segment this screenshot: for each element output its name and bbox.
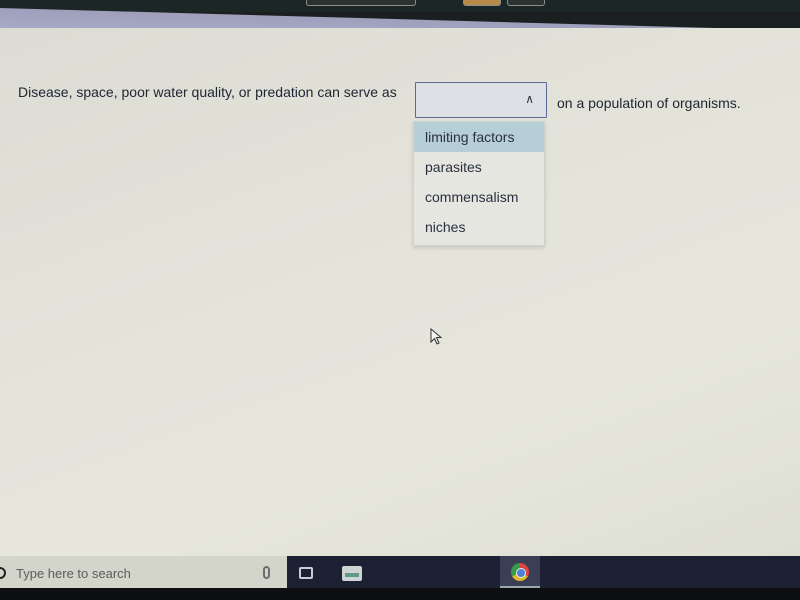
question-text-after: on a population of organisms. (557, 95, 741, 111)
answer-dropdown[interactable]: ∧ (415, 82, 547, 118)
dropdown-menu: limiting factors parasites commensalism … (413, 121, 545, 246)
mouse-cursor-icon (430, 328, 443, 345)
chevron-up-icon: ∧ (525, 92, 534, 106)
search-placeholder: Type here to search (16, 566, 131, 581)
dropdown-option-parasites[interactable]: parasites (414, 152, 544, 182)
top-screen-bezel (0, 0, 800, 12)
question-text-before: Disease, space, poor water quality, or p… (18, 84, 397, 100)
task-view-icon[interactable] (299, 567, 313, 579)
chrome-taskbar-button[interactable] (500, 556, 540, 588)
top-toolbar-button[interactable] (306, 0, 416, 6)
file-explorer-icon[interactable] (342, 566, 362, 581)
bottom-screen-bezel (0, 588, 800, 600)
windows-taskbar: Type here to search (0, 556, 800, 588)
dropdown-option-niches[interactable]: niches (414, 212, 544, 242)
search-circle-icon (0, 567, 6, 579)
dropdown-option-limiting-factors[interactable]: limiting factors (414, 122, 544, 152)
chrome-icon (511, 563, 529, 581)
top-toolbar-button[interactable] (463, 0, 501, 6)
dropdown-option-commensalism[interactable]: commensalism (414, 182, 544, 212)
top-toolbar-button[interactable] (507, 0, 545, 6)
taskbar-search-box[interactable]: Type here to search (0, 556, 287, 588)
microphone-icon[interactable] (263, 566, 270, 579)
